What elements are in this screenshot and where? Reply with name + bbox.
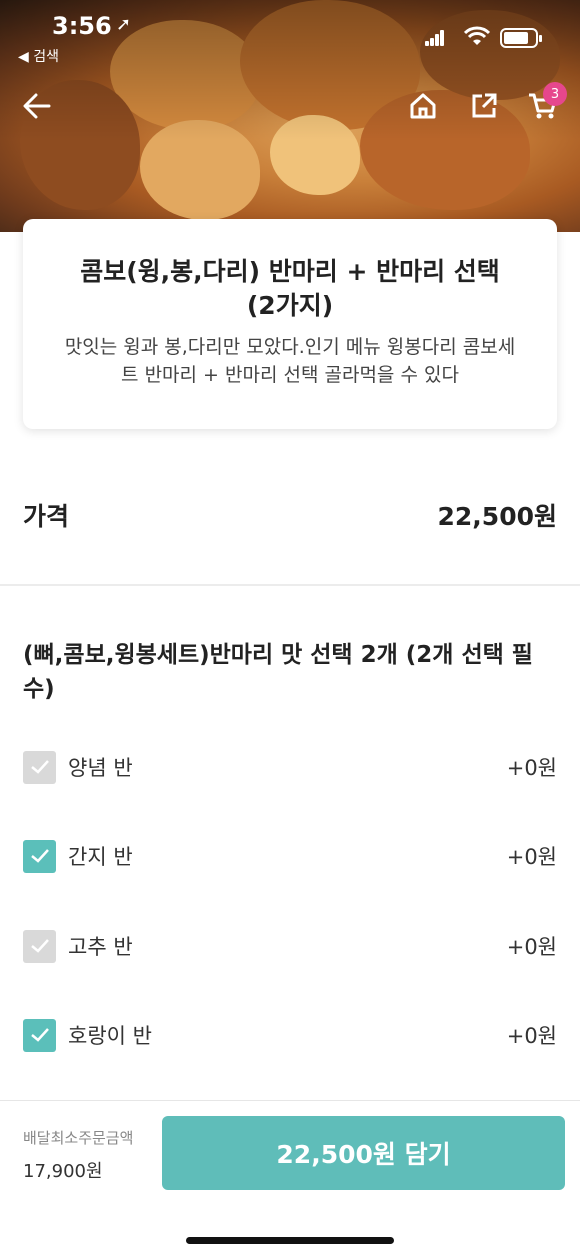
checkbox[interactable] — [23, 1018, 56, 1052]
check-icon — [30, 849, 49, 863]
back-arrow-icon — [23, 93, 51, 119]
cart-count-badge: 3 — [543, 82, 567, 106]
option-label: 간지 반 — [68, 845, 133, 869]
section-divider — [0, 584, 580, 586]
checkbox[interactable] — [23, 750, 56, 784]
min-order-value: 17,900원 — [23, 1161, 103, 1182]
price-row: 가격 22,500원 — [23, 495, 557, 535]
product-info-card: 콤보(윙,봉,다리) 반마리 + 반마리 선택 (2가지) 맛잇는 윙과 봉,다… — [23, 219, 557, 429]
check-icon — [30, 1028, 49, 1042]
battery-icon — [500, 28, 542, 48]
option-item[interactable]: 간지 반 +0원 — [23, 838, 557, 874]
option-item[interactable]: 호랑이 반 +0원 — [23, 1017, 557, 1053]
add-to-cart-button[interactable]: 22,500원 담기 — [162, 1116, 565, 1190]
option-price: +0원 — [506, 1024, 557, 1048]
cellular-signal-icon — [425, 30, 445, 46]
option-group-title: (뼈,콤보,윙봉세트)반마리 맛 선택 2개 (2개 선택 필수) — [23, 642, 533, 702]
option-label: 양념 반 — [68, 756, 133, 780]
check-icon — [30, 939, 49, 953]
option-price: +0원 — [506, 756, 557, 780]
wifi-icon — [464, 26, 490, 45]
option-price: +0원 — [506, 935, 557, 959]
price-value: 22,500원 — [437, 502, 557, 531]
price-label: 가격 — [23, 502, 70, 531]
location-arrow-icon: ➚ — [116, 14, 132, 35]
option-price: +0원 — [506, 845, 557, 869]
check-icon — [30, 760, 49, 774]
checkbox[interactable] — [23, 839, 56, 873]
min-order-label: 배달최소주문금액 — [23, 1129, 134, 1147]
option-label: 고추 반 — [68, 935, 133, 959]
home-indicator — [186, 1237, 394, 1244]
bottom-order-bar: 배달최소주문금액 17,900원 22,500원 담기 — [0, 1100, 580, 1255]
share-button[interactable] — [466, 88, 502, 124]
checkbox[interactable] — [23, 929, 56, 963]
product-title: 콤보(윙,봉,다리) 반마리 + 반마리 선택 (2가지) — [80, 257, 500, 320]
home-button[interactable] — [405, 88, 441, 124]
back-to-app-link[interactable]: ◀ 검색 — [18, 46, 59, 66]
status-time: 3:56 — [52, 12, 112, 40]
home-icon — [410, 93, 436, 119]
status-bar: 3:56 ➚ ◀ 검색 — [0, 0, 580, 70]
option-item[interactable]: 고추 반 +0원 — [23, 928, 557, 964]
option-item[interactable]: 양념 반 +0원 — [23, 749, 557, 785]
product-description: 맛잇는 윙과 봉,다리만 모았다.인기 메뉴 윙봉다리 콤보세트 반마리 + 반… — [64, 336, 516, 386]
option-label: 호랑이 반 — [68, 1024, 152, 1048]
share-icon — [472, 93, 497, 118]
back-button[interactable] — [19, 88, 55, 124]
